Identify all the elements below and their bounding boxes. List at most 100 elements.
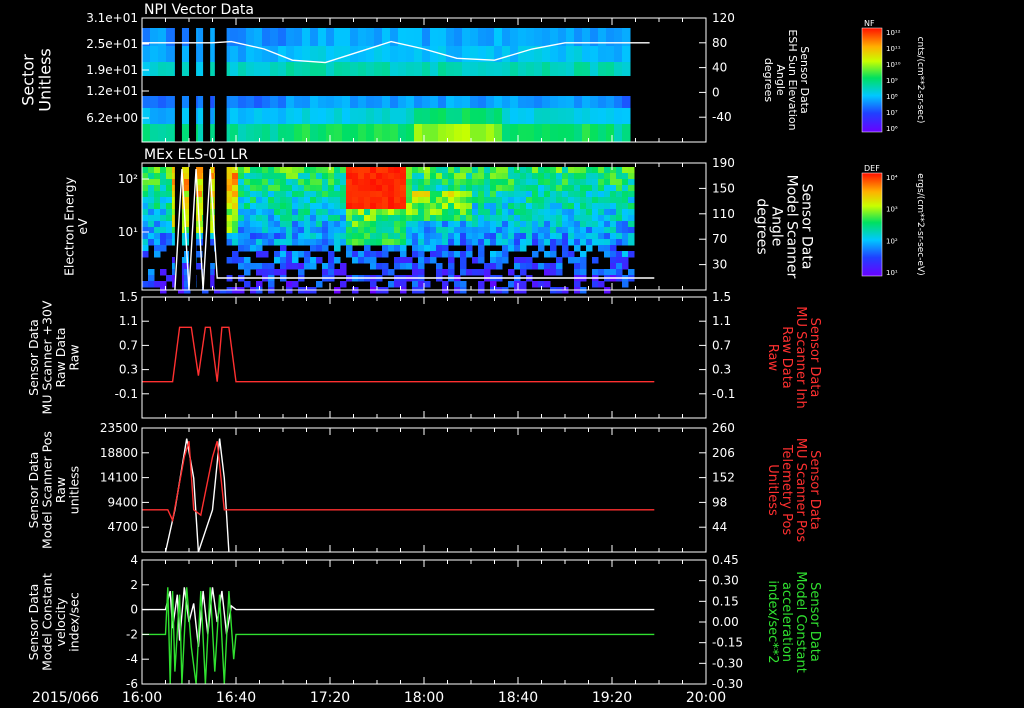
heat-cell bbox=[568, 191, 575, 198]
heat-cell bbox=[566, 46, 575, 62]
heat-cell bbox=[262, 167, 269, 174]
heat-cell bbox=[562, 173, 569, 180]
date-label: 2015/066 bbox=[32, 690, 99, 706]
multi-panel-chart: 16:00 16:40 17:20 18:00 18:40 19:20 20:002015/… bbox=[19, 2, 926, 706]
heat-cell bbox=[316, 179, 323, 186]
heat-cell bbox=[304, 215, 311, 222]
heat-cell bbox=[544, 269, 551, 276]
heat-cell bbox=[574, 62, 583, 76]
heat-cell bbox=[526, 185, 533, 192]
heat-cell bbox=[502, 203, 509, 210]
heat-cell bbox=[244, 263, 251, 270]
heat-cell bbox=[262, 62, 271, 76]
heat-cell bbox=[628, 203, 635, 210]
y-tick-label: 1.1 bbox=[119, 314, 138, 328]
x-tick-label: 20:00 bbox=[686, 690, 726, 706]
heat-cell bbox=[270, 124, 279, 142]
heat-cell bbox=[550, 108, 559, 124]
heat-cell bbox=[430, 215, 437, 222]
heat-cell bbox=[508, 191, 515, 198]
heat-cell bbox=[270, 62, 279, 76]
heat-cell bbox=[298, 197, 305, 204]
heat-cell bbox=[586, 209, 593, 216]
panel-frame bbox=[141, 427, 707, 553]
heat-cell bbox=[454, 46, 463, 62]
heat-cell bbox=[502, 245, 509, 252]
heat-cell bbox=[538, 191, 545, 198]
heat-cell bbox=[518, 62, 527, 76]
heat-cell bbox=[310, 124, 319, 142]
heat-cell bbox=[454, 167, 461, 174]
heat-cell bbox=[550, 179, 557, 186]
heat-cell bbox=[562, 227, 569, 234]
heat-cell bbox=[592, 215, 599, 222]
heat-cell bbox=[268, 197, 275, 204]
heat-cell bbox=[610, 257, 617, 264]
heat-cell bbox=[376, 203, 383, 210]
heat-cell bbox=[462, 108, 471, 124]
heat-cell bbox=[454, 233, 461, 240]
y-tick-label-right: 110 bbox=[712, 207, 735, 221]
heat-cell bbox=[232, 167, 239, 174]
heat-cell bbox=[304, 221, 311, 228]
heat-cell bbox=[598, 96, 607, 108]
heat-cell bbox=[484, 197, 491, 204]
heat-cell bbox=[604, 239, 611, 246]
heat-cell bbox=[398, 108, 407, 124]
heat-cell bbox=[510, 124, 519, 142]
heat-cell bbox=[346, 191, 353, 198]
heat-cell bbox=[568, 173, 575, 180]
heat-cell bbox=[520, 209, 527, 216]
heat-cell bbox=[520, 269, 527, 276]
heat-cell bbox=[520, 227, 527, 234]
heat-cell bbox=[532, 281, 539, 288]
heat-cell bbox=[558, 46, 567, 62]
heat-cell bbox=[346, 185, 353, 192]
heat-cell bbox=[238, 108, 247, 124]
heat-cell bbox=[580, 233, 587, 240]
heat-cell bbox=[622, 203, 629, 210]
heat-cell bbox=[328, 191, 335, 198]
heat-cell bbox=[574, 245, 581, 252]
heat-cell bbox=[358, 233, 365, 240]
heat-cell bbox=[364, 251, 371, 258]
heat-cell bbox=[592, 281, 599, 288]
heat-cell bbox=[400, 203, 407, 210]
heat-cell bbox=[262, 203, 269, 210]
heat-cell bbox=[448, 197, 455, 204]
heat-cell bbox=[340, 239, 347, 246]
heat-cell bbox=[166, 124, 175, 142]
heat-cell bbox=[370, 197, 377, 204]
heat-cell bbox=[250, 239, 257, 246]
heat-cell bbox=[478, 108, 487, 124]
heat-cell bbox=[334, 203, 341, 210]
heat-cell bbox=[616, 191, 623, 198]
heat-cell bbox=[304, 239, 311, 246]
heat-cell bbox=[454, 62, 463, 76]
heat-cell bbox=[412, 197, 419, 204]
heat-cell bbox=[442, 167, 449, 174]
heat-cell bbox=[340, 227, 347, 234]
heat-cell bbox=[430, 185, 437, 192]
heat-cell bbox=[460, 197, 467, 204]
heat-cell bbox=[604, 167, 611, 174]
heat-cell bbox=[302, 62, 311, 76]
heat-cell bbox=[350, 124, 359, 142]
heat-cell bbox=[628, 233, 635, 240]
heat-cell bbox=[406, 215, 413, 222]
heat-cell bbox=[310, 233, 317, 240]
heat-cell bbox=[342, 46, 351, 62]
heat-cell bbox=[622, 173, 629, 180]
heat-cell bbox=[502, 124, 511, 142]
y-tick-label-right: 0.00 bbox=[712, 615, 739, 629]
heat-cell bbox=[418, 227, 425, 234]
heat-cell bbox=[628, 269, 635, 276]
heat-cell bbox=[268, 281, 275, 288]
heat-cell bbox=[334, 167, 341, 174]
heat-cell bbox=[478, 96, 487, 108]
heat-cell bbox=[274, 185, 281, 192]
heat-cell bbox=[304, 197, 311, 204]
heat-cell bbox=[614, 108, 623, 124]
heat-cell bbox=[230, 124, 239, 142]
heat-cell bbox=[494, 108, 503, 124]
